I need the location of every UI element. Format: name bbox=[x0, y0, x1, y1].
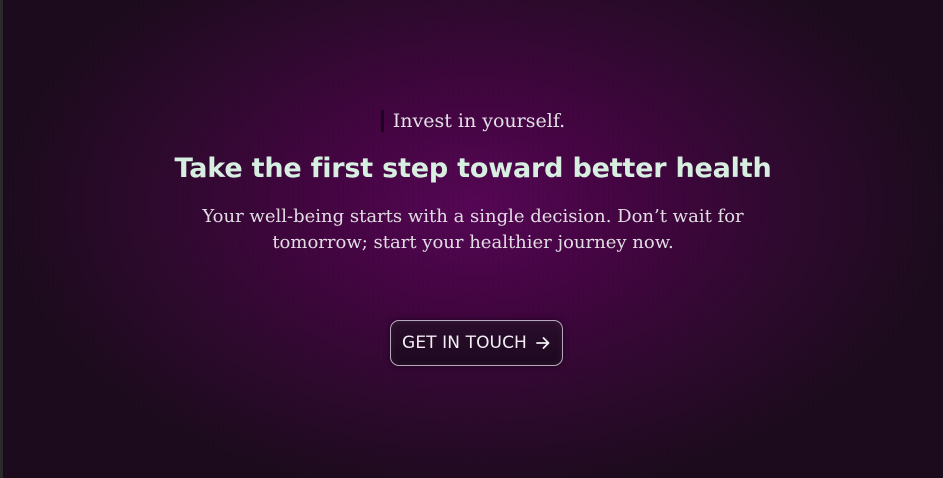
eyebrow-accent-bar bbox=[380, 110, 384, 132]
hero-section: Invest in yourself. Take the first step … bbox=[0, 0, 943, 478]
get-in-touch-label: GET IN TOUCH bbox=[402, 333, 527, 353]
arrow-right-icon bbox=[535, 335, 551, 351]
eyebrow-text: Invest in yourself. bbox=[392, 110, 566, 132]
get-in-touch-button[interactable]: GET IN TOUCH bbox=[390, 320, 563, 366]
eyebrow-container: Invest in yourself. bbox=[3, 108, 943, 134]
eyebrow: Invest in yourself. bbox=[380, 108, 566, 134]
hero-headline: Take the first step toward better health bbox=[174, 153, 772, 184]
hero-description: Your well-being starts with a single dec… bbox=[202, 206, 744, 253]
